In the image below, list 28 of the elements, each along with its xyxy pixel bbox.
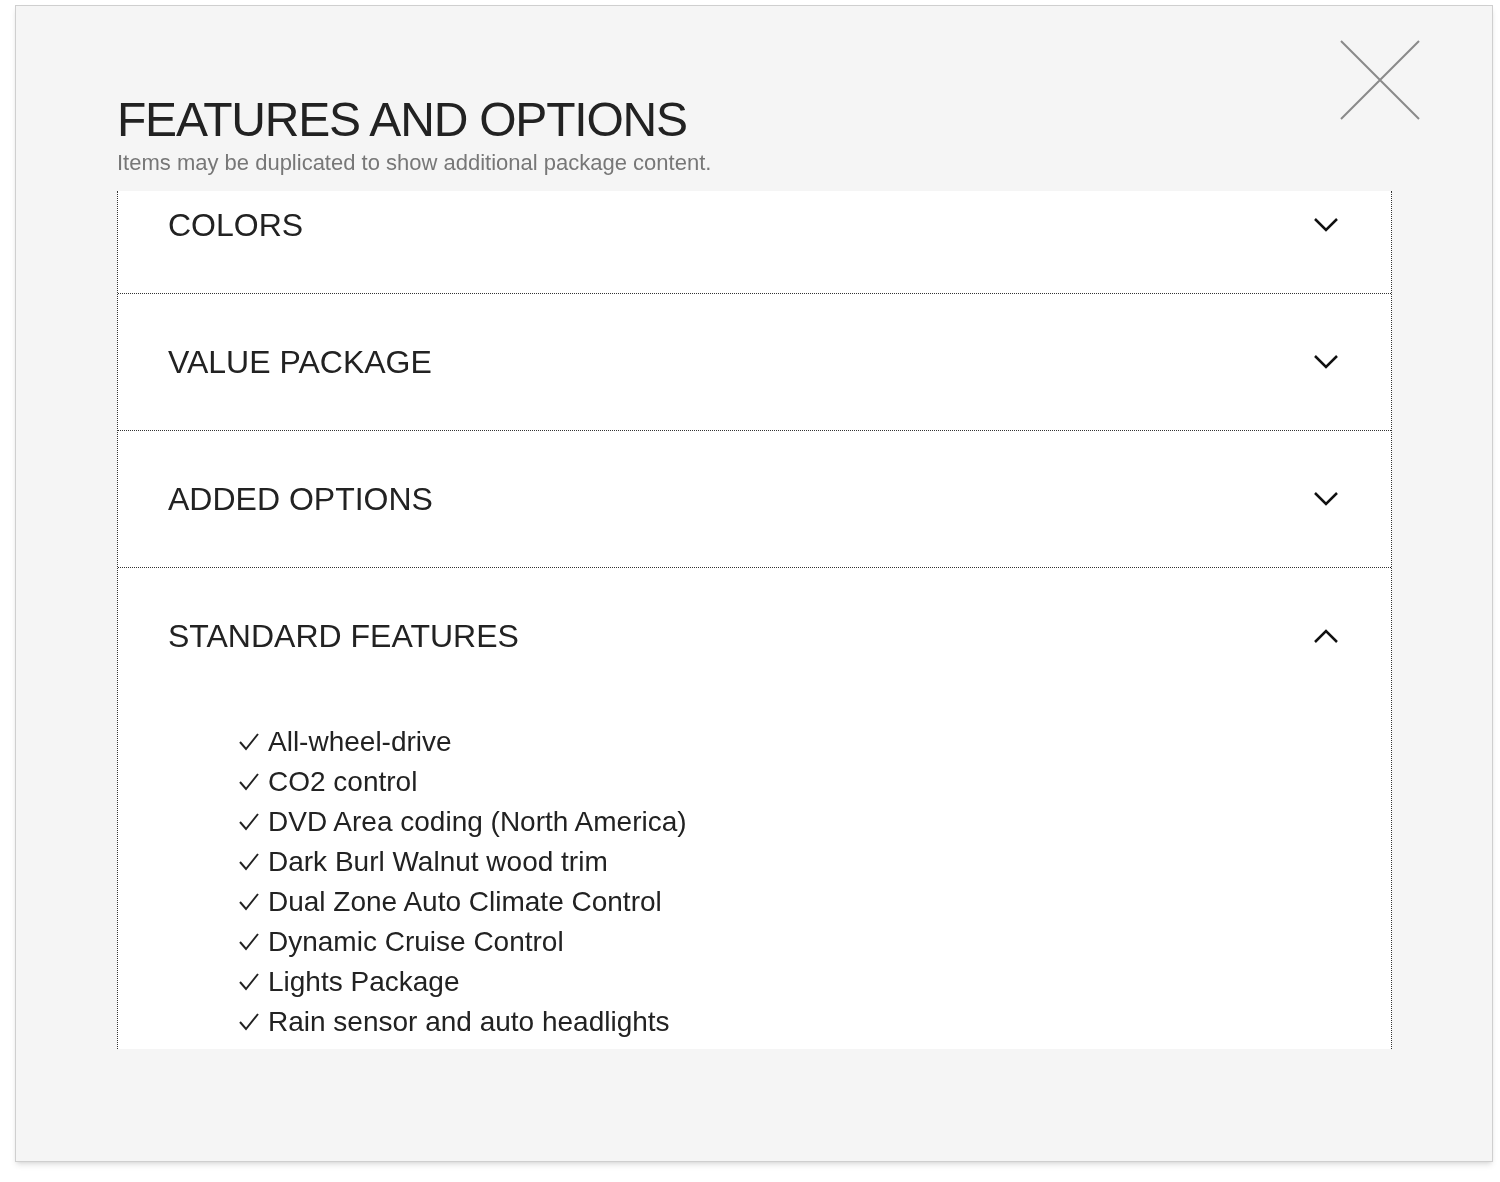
checkmark-icon bbox=[238, 932, 260, 952]
section-header[interactable]: VALUE PACKAGE bbox=[118, 294, 1391, 430]
checkmark-icon bbox=[238, 772, 260, 792]
section-header[interactable]: STANDARD FEATURES bbox=[118, 568, 1391, 704]
dialog-title: FEATURES AND OPTIONS bbox=[117, 92, 688, 148]
feature-item: Dynamic Cruise Control bbox=[268, 925, 564, 959]
chevron-up-icon bbox=[1313, 628, 1339, 644]
feature-item: CO2 control bbox=[268, 765, 418, 799]
section-header[interactable]: ADDED OPTIONS bbox=[118, 431, 1391, 567]
checkmark-icon bbox=[238, 732, 260, 752]
dialog-subtitle: Items may be duplicated to show additional package content. bbox=[117, 149, 713, 177]
checkmark-icon bbox=[238, 812, 260, 832]
checkmark-icon bbox=[238, 1012, 260, 1032]
chevron-down-icon bbox=[1313, 491, 1339, 507]
feature-item: Rain sensor and auto headlights bbox=[268, 1005, 670, 1039]
feature-item: Dual Zone Auto Climate Control bbox=[268, 885, 662, 919]
section-header[interactable]: COLORS bbox=[118, 191, 1391, 293]
close-icon bbox=[1340, 40, 1420, 120]
checkmark-icon bbox=[238, 852, 260, 872]
chevron-down-icon bbox=[1313, 354, 1339, 370]
feature-item: DVD Area coding (North America) bbox=[268, 805, 687, 839]
feature-item: Lights Package bbox=[268, 965, 460, 999]
feature-item: All-wheel-drive bbox=[268, 725, 452, 759]
checkmark-icon bbox=[238, 892, 260, 912]
checkmark-icon bbox=[238, 972, 260, 992]
chevron-down-icon bbox=[1313, 217, 1339, 233]
feature-item: Dark Burl Walnut wood trim bbox=[268, 845, 608, 879]
close-button[interactable] bbox=[1338, 38, 1422, 122]
